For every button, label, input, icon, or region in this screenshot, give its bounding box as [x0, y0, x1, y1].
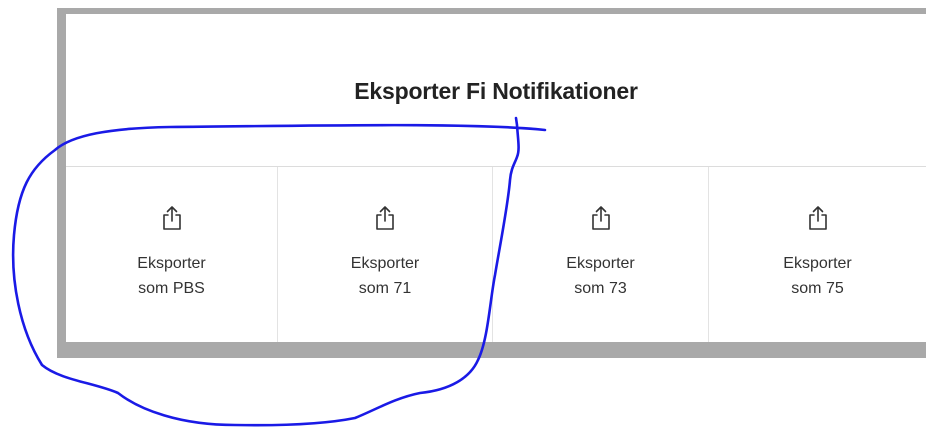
share-export-icon: [376, 206, 394, 230]
export-option-label: Eksporter som 75: [783, 255, 852, 297]
export-option-label: Eksporter som 71: [350, 255, 420, 297]
export-71-button[interactable]: Eksporter som 71: [278, 167, 493, 342]
share-export-icon: [591, 206, 610, 230]
screenshot-stage: Eksporter Fi Notifikationer Eksporter so…: [0, 0, 926, 427]
export-options-row: Eksporter som PBS Eksporter som 71 Ekspo…: [66, 167, 926, 342]
export-dialog: Eksporter Fi Notifikationer Eksporter so…: [66, 14, 926, 342]
dialog-title: Eksporter Fi Notifikationer: [354, 77, 638, 104]
export-75-button[interactable]: Eksporter som 75: [709, 167, 926, 342]
export-option-label: Eksporter som PBS: [137, 255, 206, 297]
dialog-title-bar: Eksporter Fi Notifikationer: [66, 14, 926, 166]
export-option-label: Eksporter som 73: [566, 255, 635, 297]
share-export-icon: [162, 206, 181, 230]
export-pbs-button[interactable]: Eksporter som PBS: [66, 167, 278, 342]
export-73-button[interactable]: Eksporter som 73: [493, 167, 709, 342]
share-export-icon: [808, 206, 827, 230]
